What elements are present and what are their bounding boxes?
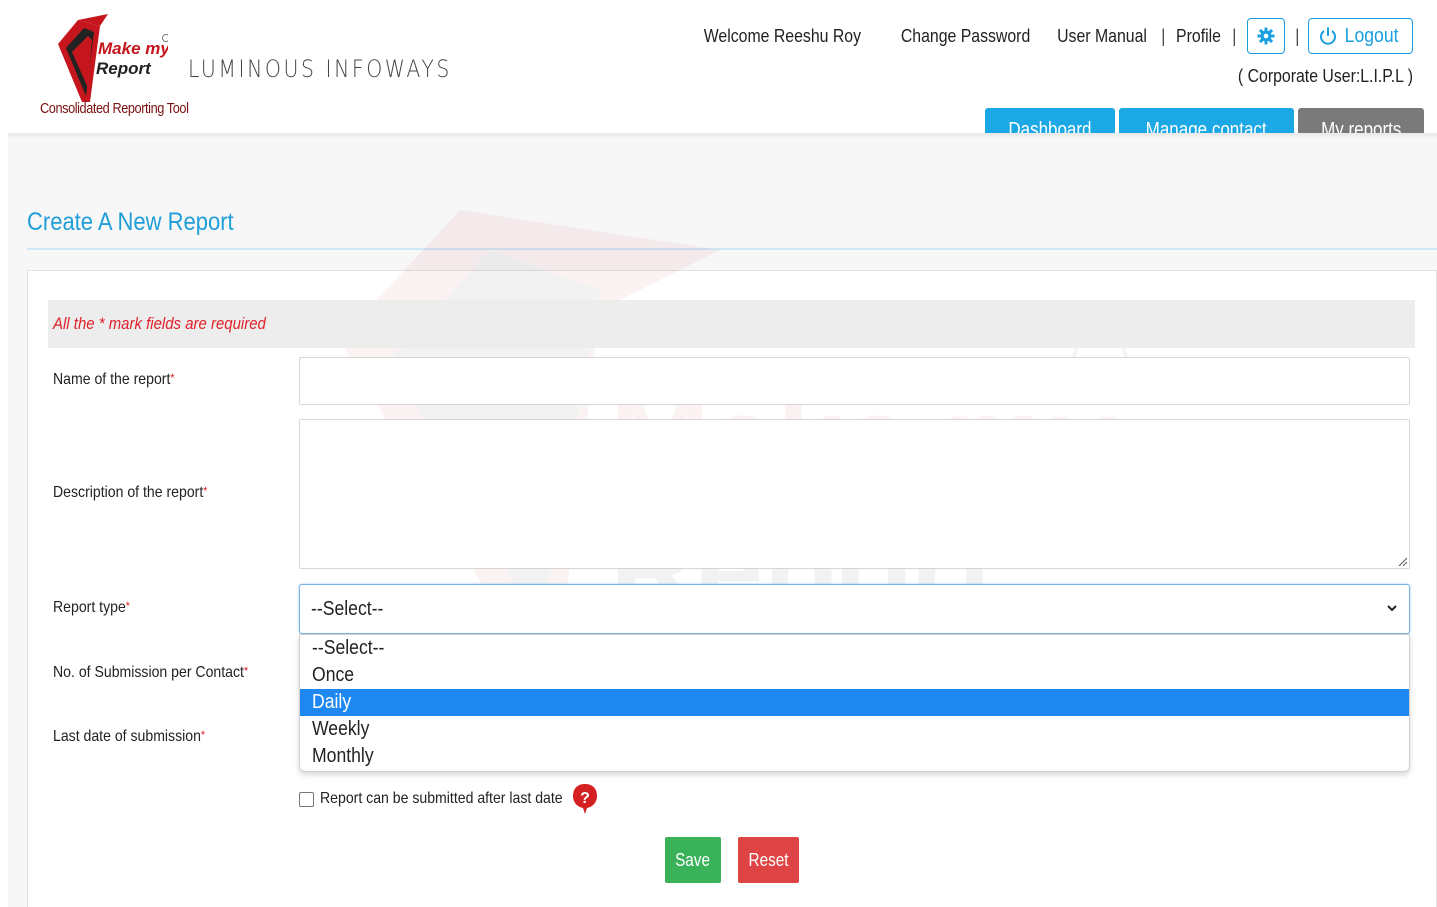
gear-icon (1257, 27, 1275, 45)
report-type-label: Report type* (53, 599, 130, 617)
header: Make my Report Consolidated Reporting To… (0, 0, 1437, 153)
change-password-link[interactable]: Change Password (900, 26, 1029, 47)
page-title: Create A New Report (27, 208, 234, 236)
report-type-select[interactable]: --Select-- (299, 584, 1410, 634)
logo-tagline: Consolidated Reporting Tool (40, 100, 189, 117)
report-name-label-text: Name of the report (53, 371, 171, 388)
resize-handle-icon[interactable] (1397, 556, 1407, 566)
report-description-textarea[interactable] (299, 419, 1410, 569)
report-type-option-label: Once (312, 664, 355, 686)
help-icon[interactable]: ? (572, 783, 598, 815)
header-shadow (8, 133, 1437, 139)
report-description-label: Description of the report* (53, 484, 207, 502)
after-last-date-label: Report can be submitted after last date (320, 790, 563, 807)
required-star: * (243, 664, 249, 678)
svg-text:Make my: Make my (98, 39, 168, 58)
report-type-option[interactable]: Once (300, 662, 1409, 689)
report-type-label-text: Report type (53, 599, 126, 616)
report-type-selected-value: --Select-- (311, 597, 384, 620)
chevron-down-icon (1387, 605, 1397, 612)
report-type-option[interactable]: Weekly (300, 716, 1409, 743)
power-icon (1319, 27, 1336, 45)
reset-button[interactable]: Reset (738, 837, 799, 883)
after-last-date-checkbox[interactable] (299, 791, 314, 807)
svg-text:?: ? (580, 790, 590, 807)
top-links: Welcome Reeshu Roy Change Password User … (693, 18, 1413, 54)
report-name-label: Name of the report* (53, 371, 175, 389)
submissions-label-text: No. of Submission per Contact (53, 664, 244, 681)
required-star: * (125, 599, 130, 613)
reset-button-label: Reset (748, 849, 789, 870)
separator: | (1295, 25, 1300, 46)
report-type-dropdown-list: --Select-- Once Daily Weekly Monthly (299, 634, 1410, 772)
last-date-label: Last date of submission* (53, 728, 205, 746)
last-date-label-text: Last date of submission (53, 728, 201, 745)
report-type-option[interactable]: --Select-- (300, 635, 1409, 662)
report-type-option-label: Monthly (312, 745, 374, 767)
logout-label: Logout (1344, 24, 1399, 47)
required-note: All the * mark fields are required (53, 314, 266, 333)
report-type-option[interactable]: Monthly (300, 743, 1409, 770)
save-button[interactable]: Save (665, 837, 721, 883)
company-name: LUMINOUS INFOWAYS (188, 55, 452, 83)
required-note-bar: All the * mark fields are required (48, 300, 1415, 348)
app-logo[interactable]: Make my Report Consolidated Reporting To… (40, 12, 200, 124)
welcome-text: Welcome Reeshu Roy (703, 25, 861, 46)
profile-link[interactable]: Profile (1176, 26, 1221, 47)
save-button-label: Save (675, 849, 711, 870)
submissions-label: No. of Submission per Contact* (53, 664, 248, 682)
user-manual-link[interactable]: User Manual (1057, 26, 1147, 47)
svg-text:Report: Report (96, 59, 152, 78)
required-star: * (203, 484, 208, 498)
report-type-option-label: --Select-- (312, 637, 385, 659)
report-type-option-label: Daily (312, 691, 352, 713)
report-type-option-label: Weekly (312, 718, 370, 740)
settings-button[interactable] (1247, 18, 1286, 54)
after-last-date-row: Report can be submitted after last date … (299, 783, 598, 815)
separator: | (1232, 25, 1237, 46)
required-star: * (200, 728, 206, 742)
logout-button[interactable]: Logout (1307, 18, 1413, 54)
report-type-option-highlighted[interactable]: Daily (300, 689, 1409, 716)
required-star: * (170, 371, 175, 385)
report-description-label-text: Description of the report (53, 484, 204, 501)
corporate-user-label: ( Corporate User:L.I.P.L ) (1237, 66, 1413, 86)
make-my-report-logo: Make my Report (58, 14, 168, 102)
separator: | (1161, 25, 1166, 46)
title-divider (27, 248, 1437, 250)
report-name-input[interactable] (299, 357, 1410, 405)
